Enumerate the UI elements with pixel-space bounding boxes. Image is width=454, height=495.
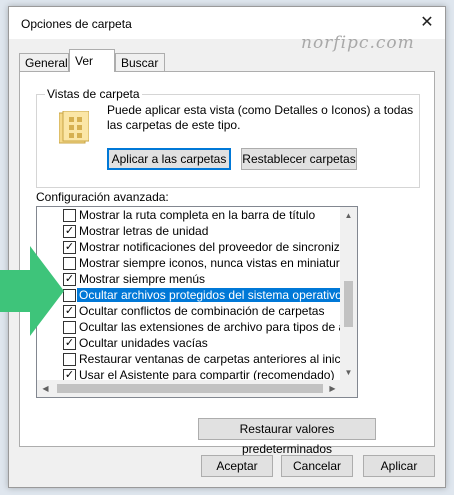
advanced-settings-label: Configuración avanzada:: [36, 190, 169, 204]
list-item-label: Mostrar siempre iconos, nunca vistas en …: [79, 256, 341, 270]
list-item-label: Mostrar letras de unidad: [79, 224, 209, 238]
list-item[interactable]: Mostrar siempre iconos, nunca vistas en …: [37, 255, 341, 271]
checkbox[interactable]: ✓: [63, 241, 76, 254]
checkbox[interactable]: [63, 353, 76, 366]
checkbox[interactable]: ✓: [63, 273, 76, 286]
reset-folders-button[interactable]: Restablecer carpetas: [241, 148, 357, 170]
scroll-down-icon[interactable]: ▼: [340, 364, 357, 381]
list-item-label: Restaurar ventanas de carpetas anteriore…: [79, 352, 341, 366]
tab-buscar[interactable]: Buscar: [115, 53, 165, 71]
scroll-thumb-horizontal[interactable]: [57, 384, 323, 393]
close-button[interactable]: ✕: [417, 13, 437, 33]
folder-icon: [59, 111, 89, 144]
list-item[interactable]: ✓ Ocultar unidades vacías: [37, 335, 341, 351]
vertical-scrollbar[interactable]: ▲ ▼: [340, 207, 357, 381]
tab-general[interactable]: General: [19, 53, 69, 71]
list-item-selected[interactable]: Ocultar archivos protegidos del sistema …: [37, 287, 341, 303]
scroll-right-icon[interactable]: ▶: [324, 380, 341, 397]
advanced-settings-rows: Mostrar la ruta completa en la barra de …: [37, 207, 341, 381]
list-item-label: Ocultar las extensiones de archivo para …: [79, 320, 341, 334]
checkbox[interactable]: [63, 257, 76, 270]
green-arrow-icon: [0, 246, 64, 336]
checkbox[interactable]: ✓: [63, 337, 76, 350]
checkbox[interactable]: [63, 209, 76, 222]
list-item[interactable]: Restaurar ventanas de carpetas anteriore…: [37, 351, 341, 367]
scroll-thumb[interactable]: [344, 281, 353, 327]
tab-ver[interactable]: Ver: [69, 49, 115, 72]
list-item-label: Mostrar la ruta completa en la barra de …: [79, 208, 316, 222]
checkbox[interactable]: ✓: [63, 305, 76, 318]
list-item-label: Ocultar archivos protegidos del sistema …: [77, 288, 341, 302]
list-item[interactable]: ✓ Mostrar letras de unidad: [37, 223, 341, 239]
scroll-left-icon[interactable]: ◀: [37, 380, 54, 397]
list-item[interactable]: ✓ Ocultar conflictos de combinación de ca…: [37, 303, 341, 319]
restore-defaults-button[interactable]: Restaurar valores predeterminados: [198, 418, 376, 456]
list-item[interactable]: Ocultar las extensiones de archivo para …: [37, 319, 341, 335]
view-tab-panel: Vistas de carpeta Puede aplicar esta vis…: [19, 71, 435, 456]
folder-views-legend: Vistas de carpeta: [45, 87, 142, 101]
list-item-label: Mostrar siempre menús: [79, 272, 206, 286]
list-item-label: Ocultar unidades vacías: [79, 336, 208, 350]
horizontal-scrollbar[interactable]: ◀ ▶: [37, 380, 341, 397]
watermark: norfipc.com: [301, 33, 415, 53]
apply-to-folders-button[interactable]: Aplicar a las carpetas: [107, 148, 231, 170]
checkbox[interactable]: [63, 289, 76, 302]
cancel-button[interactable]: Cancelar: [281, 455, 353, 477]
list-item[interactable]: ✓ Mostrar notificaciones del proveedor de…: [37, 239, 341, 255]
list-item-label: Ocultar conflictos de combinación de car…: [79, 304, 325, 318]
list-item-label: Mostrar notificaciones del proveedor de …: [79, 240, 341, 254]
list-item[interactable]: ✓ Mostrar siempre menús: [37, 271, 341, 287]
ok-button[interactable]: Aceptar: [201, 455, 273, 477]
folder-views-group: Vistas de carpeta Puede aplicar esta vis…: [36, 87, 420, 188]
list-item[interactable]: Mostrar la ruta completa en la barra de …: [37, 207, 341, 223]
checkbox[interactable]: ✓: [63, 225, 76, 238]
apply-button[interactable]: Aplicar: [363, 455, 435, 477]
window-title: Opciones de carpeta: [21, 17, 132, 31]
folder-options-dialog: Opciones de carpeta ✕ norfipc.com Genera…: [8, 6, 446, 488]
scroll-up-icon[interactable]: ▲: [340, 207, 357, 224]
scroll-corner: [340, 380, 357, 397]
folder-views-description: Puede aplicar esta vista (como Detalles …: [107, 103, 414, 132]
list-item[interactable]: ✓ Usar el Asistente para compartir (recom…: [37, 367, 341, 381]
checkbox[interactable]: [63, 321, 76, 334]
advanced-settings-list[interactable]: Mostrar la ruta completa en la barra de …: [36, 206, 358, 398]
